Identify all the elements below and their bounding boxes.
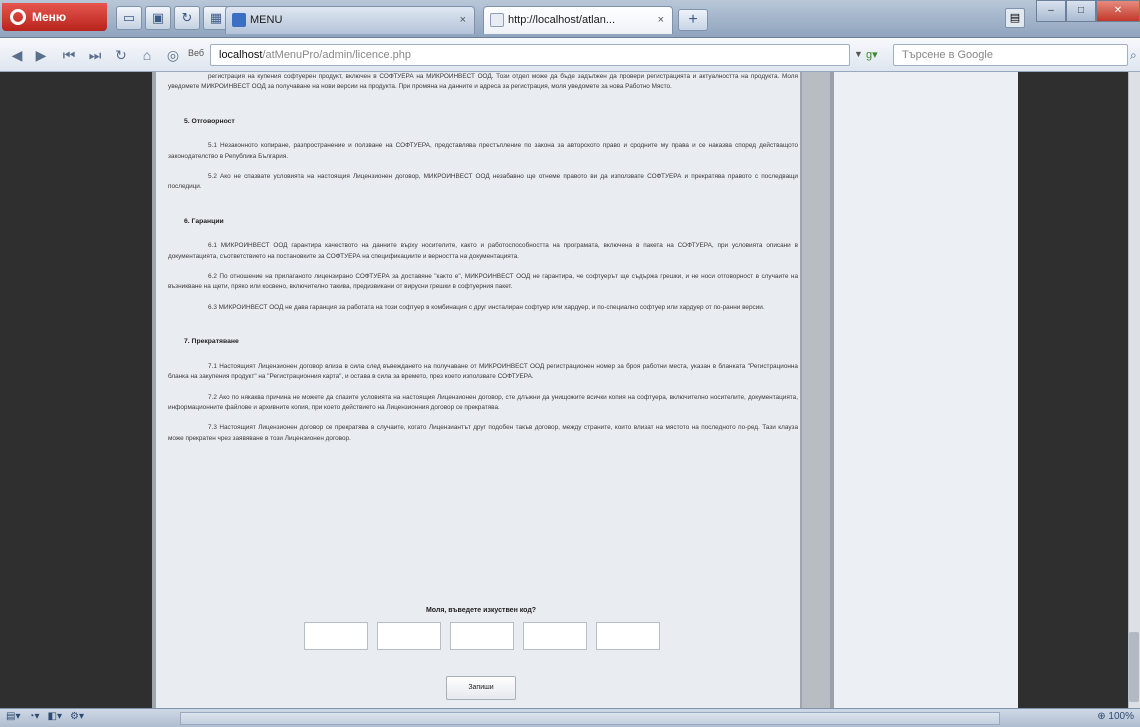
- scrollbar-thumb[interactable]: [1129, 632, 1139, 702]
- settings-icon[interactable]: ⚙▾: [70, 711, 84, 722]
- minimize-icon[interactable]: –: [1036, 0, 1066, 22]
- turbo-icon[interactable]: ◔▾: [28, 711, 39, 722]
- tab-favicon-icon: [232, 13, 246, 27]
- tab-menu[interactable]: MENU ×: [225, 6, 475, 34]
- browser-tab-strip: Меню ▭ ▣ ↻ ▦ ▤ MENU × http://localhost/a…: [0, 0, 1140, 38]
- status-icons: ▤▾ ◔▾ ◧▾ ⚙▾: [6, 711, 84, 722]
- section-heading: 7. Прекратяване: [184, 338, 239, 346]
- page-background-left: [0, 72, 152, 708]
- section-heading: 6. Гаранции: [184, 217, 224, 225]
- licence-paragraph: 6.3 МИКРОИНВЕСТ ООД не дава гаранция за …: [208, 303, 765, 311]
- address-input[interactable]: localhost/atMenuPro/admin/licence.php: [210, 44, 850, 66]
- tab-favicon-icon: [490, 13, 504, 27]
- licence-paragraph: 5.1 Незаконното копиране, разпространени…: [168, 142, 798, 160]
- captcha-input-1[interactable]: [304, 622, 368, 650]
- section-heading: 5. Отговорност: [184, 117, 235, 125]
- licence-paragraph: 5.2 Ако не спазвате условията на настоящ…: [168, 173, 798, 191]
- status-bar: ▤▾ ◔▾ ◧▾ ⚙▾ ⊕ 100%: [0, 708, 1140, 727]
- search-icon[interactable]: ⌕: [1130, 48, 1137, 63]
- url-path: /atMenuPro/admin/licence.php: [262, 49, 412, 61]
- tab-label: http://localhost/atlan...: [508, 14, 616, 26]
- url-host: localhost: [219, 49, 263, 61]
- zoom-level[interactable]: ⊕ 100%: [1097, 711, 1134, 722]
- search-input[interactable]: Търсене в Google: [893, 44, 1128, 66]
- fast-forward-icon[interactable]: ⏭: [84, 45, 106, 65]
- page-background-right: [1018, 72, 1128, 708]
- rewind-icon[interactable]: ⏮: [58, 45, 80, 65]
- tab-label: MENU: [250, 14, 283, 26]
- captcha-input-5[interactable]: [596, 622, 660, 650]
- panel-toggle-icon[interactable]: ▤: [1005, 8, 1025, 28]
- reload-icon[interactable]: ↻: [110, 45, 132, 65]
- licence-paragraph: регистрация на купения софтуерен продукт…: [168, 73, 798, 91]
- maximize-icon[interactable]: □: [1066, 0, 1096, 22]
- status-progress-area: [180, 712, 1000, 725]
- captcha-question: Моля, въведете изкуствен код?: [425, 607, 537, 614]
- close-icon[interactable]: ✕: [1096, 0, 1140, 22]
- tab-stack-icon[interactable]: ▣: [145, 6, 171, 30]
- captcha-input-4[interactable]: [523, 622, 587, 650]
- submit-button[interactable]: Запиши: [446, 676, 516, 700]
- reload-tab-icon[interactable]: ↻: [174, 6, 200, 30]
- licence-content-panel: регистрация на купения софтуерен продукт…: [152, 72, 802, 708]
- new-tab-button[interactable]: +: [678, 9, 708, 31]
- right-side-panel: [830, 72, 1018, 708]
- panel-icon[interactable]: ▤▾: [6, 711, 20, 722]
- licence-paragraph: 6.1 МИКРОИНВЕСТ ООД гарантира качеството…: [168, 242, 798, 260]
- zoom-value: 100%: [1108, 711, 1134, 722]
- licence-paragraph: 7.3 Настоящият Лицензионен договор се пр…: [168, 424, 798, 442]
- google-icon[interactable]: g▾: [866, 46, 892, 64]
- home-icon[interactable]: ⌂: [136, 45, 158, 65]
- tab-localhost[interactable]: http://localhost/atlan... ×: [483, 6, 673, 34]
- page-viewport: регистрация на купения софтуерен продукт…: [0, 72, 1140, 708]
- licence-paragraph: 6.2 По отношение на прилаганото лицензир…: [168, 273, 798, 291]
- licence-paragraph: 7.1 Настоящият Лицензионен договор влиза…: [168, 362, 798, 381]
- captcha-input-3[interactable]: [450, 622, 514, 650]
- page-gutter: [802, 72, 830, 708]
- captcha-input-2[interactable]: [377, 622, 441, 650]
- captcha-inputs: [304, 622, 660, 650]
- window-icon[interactable]: ▭: [116, 6, 142, 30]
- back-icon[interactable]: ◀: [6, 45, 28, 65]
- opera-menu-button[interactable]: Меню: [2, 3, 107, 31]
- licence-document: регистрация на купения софтуерен продукт…: [168, 72, 798, 454]
- opera-logo-icon: [10, 9, 26, 25]
- address-dropdown-icon[interactable]: ▼: [854, 49, 863, 59]
- globe-icon: ◎: [166, 47, 180, 63]
- address-toolbar: ◀ ▶ ⏮ ⏭ ↻ ⌂ ◎ Веб localhost/atMenuPro/ad…: [0, 38, 1140, 72]
- menu-label: Меню: [32, 10, 67, 24]
- licence-paragraph: 7.2 Ако по някаква причина не можете да …: [168, 393, 798, 411]
- window-controls: – □ ✕: [1036, 0, 1140, 22]
- images-icon[interactable]: ◧▾: [48, 711, 62, 722]
- tab-close-icon[interactable]: ×: [658, 7, 664, 33]
- tab-close-icon[interactable]: ×: [460, 7, 466, 33]
- web-badge: Веб: [188, 48, 205, 58]
- vertical-scrollbar[interactable]: [1128, 72, 1140, 708]
- forward-icon[interactable]: ▶: [30, 45, 52, 65]
